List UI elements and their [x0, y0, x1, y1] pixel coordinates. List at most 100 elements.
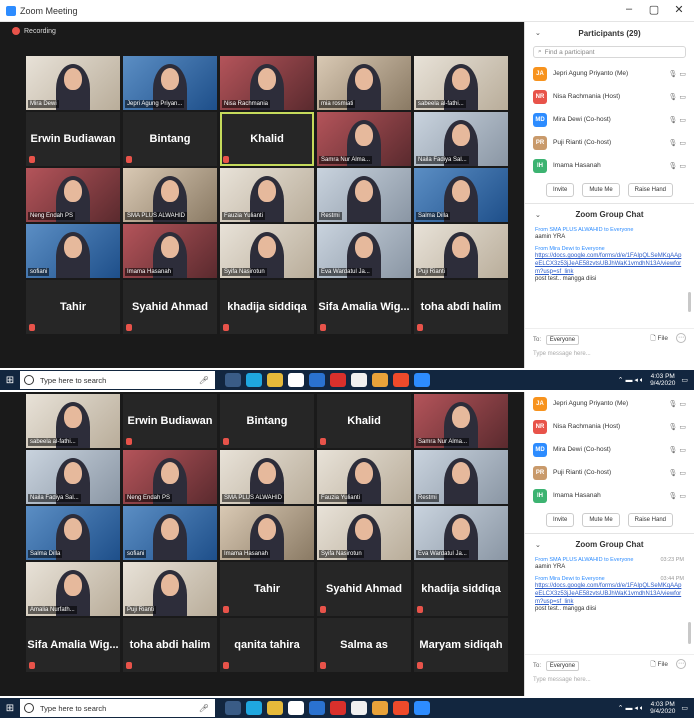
participant-row[interactable]: PR Puji Rianti (Co-host) 🎙︎ ▭	[525, 461, 694, 484]
chat-message-link[interactable]: https://docs.google.com/forms/d/e/1FAIpQ…	[535, 583, 684, 606]
video-tile[interactable]: Maryam sidiqah	[414, 618, 508, 672]
file-button[interactable]: 🗋 File	[650, 660, 668, 671]
video-tile[interactable]: Amalia Nurfath...	[26, 562, 120, 616]
video-tile[interactable]: sofiani	[123, 506, 217, 560]
video-tile[interactable]: Naila Fadiya Sal...	[414, 112, 508, 166]
video-tile[interactable]: Salma Dilla	[26, 506, 120, 560]
video-tile[interactable]: Puji Rianti	[123, 562, 217, 616]
raise-hand-button[interactable]: Raise Hand	[627, 513, 674, 527]
participant-row[interactable]: PR Puji Rianti (Co-host) 🎙︎ ▭	[525, 131, 694, 154]
chrome-icon[interactable]	[372, 373, 388, 387]
participant-row[interactable]: MD Mira Dewi (Co-host) 🎙︎ ▭	[525, 438, 694, 461]
video-tile[interactable]: mia rosmiati	[317, 56, 411, 110]
invite-button[interactable]: Invite	[545, 513, 575, 527]
notification-icon[interactable]: ▭	[681, 376, 688, 384]
video-tile[interactable]: Eva Wardatul Ja...	[414, 506, 508, 560]
mail-icon[interactable]	[309, 701, 325, 715]
participant-row[interactable]: IH Imama Hasanah 🎙︎ ▭	[525, 484, 694, 507]
zoom-taskbar-icon[interactable]	[414, 373, 430, 387]
mute-me-button[interactable]: Mute Me	[582, 183, 620, 197]
video-tile[interactable]: Syahid Ahmad	[123, 280, 217, 334]
video-tile[interactable]: Imama Hasanah	[220, 506, 314, 560]
file-explorer-icon[interactable]	[267, 373, 283, 387]
opera-icon[interactable]	[330, 701, 346, 715]
video-tile[interactable]: Syahid Ahmad	[317, 562, 411, 616]
taskbar-search[interactable]: Type here to search 🎤︎	[20, 371, 215, 389]
video-tile[interactable]: Fauzia Yulianti	[220, 168, 314, 222]
notepad-icon[interactable]	[351, 373, 367, 387]
video-tile[interactable]: qanita tahira	[220, 618, 314, 672]
video-tile[interactable]: Tahir	[26, 280, 120, 334]
more-icon[interactable]: ⋯	[676, 333, 686, 343]
video-tile[interactable]: sabeela al-fathi...	[414, 56, 508, 110]
participant-row[interactable]: JA Jepri Agung Priyanto (Me) 🎙︎ ▭	[525, 392, 694, 415]
participant-row[interactable]: NR Nisa Rachmania (Host) 🎙︎ ▭	[525, 415, 694, 438]
chat-recipient-select[interactable]: Everyone	[545, 335, 580, 345]
minimize-button[interactable]: –	[620, 3, 638, 15]
chevron-down-icon[interactable]: ⌄	[535, 541, 541, 549]
invite-button[interactable]: Invite	[545, 183, 575, 197]
video-tile[interactable]: Khalid	[220, 112, 314, 166]
chat-scrollbar[interactable]	[688, 292, 691, 312]
video-tile[interactable]: Khalid	[317, 394, 411, 448]
video-tile[interactable]: Tahir	[220, 562, 314, 616]
participant-row[interactable]: IH Imama Hasanah 🎙︎ ▭	[525, 154, 694, 177]
video-tile[interactable]: toha abdi halim	[123, 618, 217, 672]
task-view-icon[interactable]	[225, 701, 241, 715]
more-icon[interactable]: ⋯	[676, 659, 686, 669]
taskbar-clock[interactable]: 4:03 PM 9/4/2020	[650, 373, 675, 387]
notification-icon[interactable]: ▭	[681, 704, 688, 712]
video-tile[interactable]: Erwin Budiawan	[123, 394, 217, 448]
video-tile[interactable]: Eva Wardatul Ja...	[317, 224, 411, 278]
taskbar-search[interactable]: Type here to search 🎤︎	[20, 699, 215, 717]
raise-hand-button[interactable]: Raise Hand	[627, 183, 674, 197]
video-tile[interactable]: SMA PLUS ALWAHID	[220, 450, 314, 504]
firefox-icon[interactable]	[393, 373, 409, 387]
video-tile[interactable]: Mira Dewi	[26, 56, 120, 110]
file-explorer-icon[interactable]	[267, 701, 283, 715]
participant-row[interactable]: MD Mira Dewi (Co-host) 🎙︎ ▭	[525, 108, 694, 131]
chat-recipient-select[interactable]: Everyone	[545, 661, 580, 671]
video-tile[interactable]: Syifa Nasirotun	[220, 224, 314, 278]
video-tile[interactable]: sabeela al-fathi...	[26, 394, 120, 448]
zoom-taskbar-icon[interactable]	[414, 701, 430, 715]
video-tile[interactable]: Salma as	[317, 618, 411, 672]
participant-row[interactable]: NR Nisa Rachmania (Host) 🎙︎ ▭	[525, 85, 694, 108]
video-tile[interactable]: sofiani	[26, 224, 120, 278]
video-tile[interactable]: Erwin Budiawan	[26, 112, 120, 166]
video-tile[interactable]: Syifa Nasirotun	[317, 506, 411, 560]
edge-icon[interactable]	[246, 373, 262, 387]
video-tile[interactable]: Bintang	[220, 394, 314, 448]
video-tile[interactable]: Restmi	[414, 450, 508, 504]
participant-row[interactable]: JA Jepri Agung Priyanto (Me) 🎙︎ ▭	[525, 62, 694, 85]
video-tile[interactable]: Restmi	[317, 168, 411, 222]
close-button[interactable]: ✕	[670, 3, 688, 16]
video-tile[interactable]: Imama Hasanah	[123, 224, 217, 278]
video-tile[interactable]: Bintang	[123, 112, 217, 166]
video-tile[interactable]: Puji Rianti	[414, 224, 508, 278]
find-participant-input[interactable]: ⌕ Find a participant	[533, 46, 686, 58]
video-tile[interactable]: Salma Dilla	[414, 168, 508, 222]
video-tile[interactable]: Sifa Amalia Wig...	[317, 280, 411, 334]
store-icon[interactable]	[288, 373, 304, 387]
video-tile[interactable]: Neng Endah PS	[123, 450, 217, 504]
video-tile[interactable]: khadija siddiqa	[220, 280, 314, 334]
video-tile[interactable]: Jepri Agung Priyan...	[123, 56, 217, 110]
maximize-button[interactable]: ▢	[645, 3, 663, 16]
video-tile[interactable]: khadija siddiqa	[414, 562, 508, 616]
notepad-icon[interactable]	[351, 701, 367, 715]
taskbar-clock[interactable]: 4:03 PM 9/4/2020	[650, 701, 675, 715]
windows-start-icon[interactable]: ⊞	[0, 698, 20, 718]
firefox-icon[interactable]	[393, 701, 409, 715]
chevron-down-icon[interactable]: ⌄	[535, 29, 541, 37]
windows-start-icon[interactable]: ⊞	[0, 370, 20, 390]
store-icon[interactable]	[288, 701, 304, 715]
task-view-icon[interactable]	[225, 373, 241, 387]
video-tile[interactable]: Fauzia Yulianti	[317, 450, 411, 504]
mute-me-button[interactable]: Mute Me	[582, 513, 620, 527]
edge-icon[interactable]	[246, 701, 262, 715]
video-tile[interactable]: Samra Nur Alma...	[414, 394, 508, 448]
video-tile[interactable]: Samra Nur Alma...	[317, 112, 411, 166]
chat-input[interactable]: Type message here...	[533, 677, 591, 683]
chevron-down-icon[interactable]: ⌄	[535, 211, 541, 219]
